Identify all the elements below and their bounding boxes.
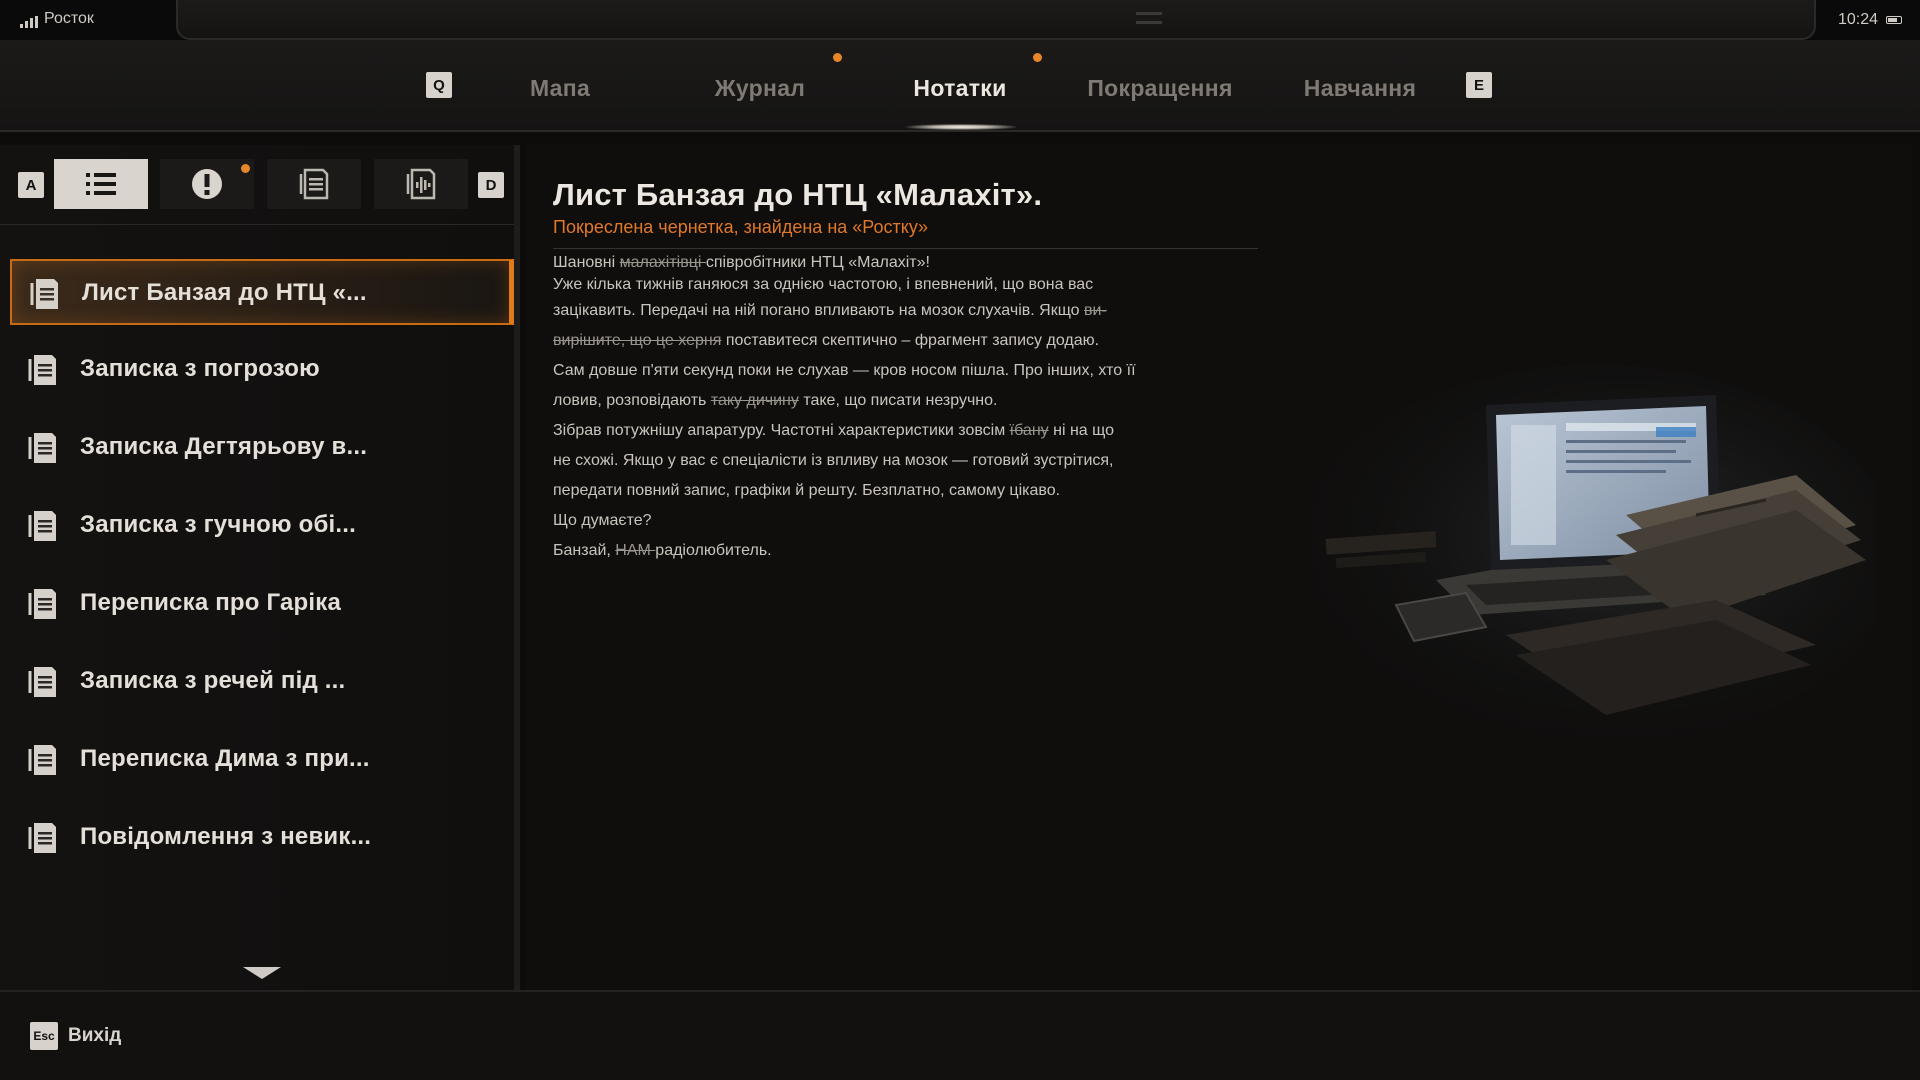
document-icon: [28, 511, 56, 541]
note-item-message[interactable]: Повідомлення з невик...: [10, 805, 514, 871]
status-bar: Росток 10:24: [0, 0, 1920, 40]
scroll-down-arrow-icon[interactable]: [243, 967, 281, 979]
note-line: Що думаєте?: [553, 512, 652, 529]
note-item-threat-note[interactable]: Записка з погрозою: [10, 337, 514, 403]
list-icon: [86, 173, 116, 195]
device-frame: [176, 0, 1816, 40]
notes-list-panel: A D Лист Банзая до НТЦ «... Записка з по…: [0, 145, 520, 990]
tab-journal[interactable]: Журнал: [700, 70, 820, 106]
note-item-degtyarev-note[interactable]: Записка Дегтярьову в...: [10, 415, 514, 481]
note-line: Банзай, НАМ радіолюбитель.: [553, 542, 772, 559]
document-icon: [28, 433, 56, 463]
note-item-label: Записка з погрозою: [80, 355, 320, 382]
note-body: Шановні малахітівці співробітники НТЦ «М…: [553, 252, 1193, 566]
note-item-banzai-letter[interactable]: Лист Банзая до НТЦ «...: [10, 259, 514, 325]
note-line: Сам довше п'яти секунд поки не слухав — …: [553, 362, 1136, 379]
note-item-label: Переписка Дима з при...: [80, 745, 370, 772]
journal-notification-dot: [833, 53, 842, 62]
note-item-label: Лист Банзая до НТЦ «...: [82, 279, 367, 306]
note-item-garik-correspondence[interactable]: Переписка про Гаріка: [10, 571, 514, 637]
laptop-illustration: [1296, 365, 1876, 735]
document-icon: [299, 168, 329, 200]
note-item-label: Записка з речей під ...: [80, 667, 346, 694]
document-icon: [28, 589, 56, 619]
tab-map[interactable]: Мапа: [500, 70, 620, 106]
note-item-label: Записка з гучною обі...: [80, 511, 356, 538]
active-tab-indicator: [906, 124, 1016, 130]
battery-icon: [1886, 16, 1902, 24]
note-item-label: Повідомлення з невик...: [80, 823, 372, 850]
status-left: Росток: [20, 10, 94, 28]
tab-upgrades[interactable]: Покращення: [1080, 70, 1240, 106]
filter-all-button[interactable]: [54, 159, 148, 209]
signal-icon: [20, 16, 38, 28]
note-line: не схожі. Якщо у вас є спеціалісти із вп…: [553, 452, 1114, 469]
bottom-bar: Esc Вихід: [0, 990, 1920, 1080]
note-detail-panel: Лист Банзая до НТЦ «Малахіт». Покреслена…: [526, 145, 1912, 990]
note-line: Шановні малахітівці співробітники НТЦ «М…: [553, 254, 930, 271]
audio-icon: [406, 168, 436, 200]
esc-key-badge[interactable]: Esc: [30, 1022, 58, 1050]
document-icon: [28, 823, 56, 853]
filter-audio-button[interactable]: [374, 159, 468, 209]
filter-documents-button[interactable]: [267, 159, 361, 209]
note-item-dima-correspondence[interactable]: Переписка Дима з при...: [10, 727, 514, 793]
note-line: зацікавить. Передачі на ній погано вплив…: [553, 302, 1107, 319]
status-right: 10:24: [1838, 11, 1902, 29]
key-q-badge[interactable]: Q: [426, 72, 452, 98]
location-label: Росток: [44, 10, 94, 27]
key-e-badge[interactable]: E: [1466, 72, 1492, 98]
note-line: ловив, розповідають таку дичину таке, що…: [553, 392, 998, 409]
notes-notification-dot: [1033, 53, 1042, 62]
document-icon: [28, 355, 56, 385]
filter-important-button[interactable]: [160, 159, 254, 209]
clock: 10:24: [1837, 11, 1878, 28]
top-nav: Q Мапа Журнал Нотатки Покращення Навчанн…: [0, 40, 1920, 132]
note-line: Уже кілька тижнів ганяюся за однією част…: [553, 276, 1094, 293]
frame-notch: [1136, 12, 1162, 24]
title-divider: [553, 248, 1258, 249]
filter-bar: A D: [0, 145, 514, 225]
note-item-label: Переписка про Гаріка: [80, 589, 342, 616]
note-line: Зібрав потужнішу апаратуру. Частотні хар…: [553, 422, 1114, 439]
note-item-loud-note[interactable]: Записка з гучною обі...: [10, 493, 514, 559]
tab-training[interactable]: Навчання: [1300, 70, 1420, 106]
exclamation-icon: [192, 169, 222, 199]
note-subtitle: Покреслена чернетка, знайдена на «Ростку…: [553, 217, 929, 237]
document-icon: [28, 745, 56, 775]
note-line: вирішите, що це херня поставитеся скепти…: [553, 332, 1100, 349]
document-icon: [30, 279, 58, 309]
exit-button[interactable]: Вихід: [68, 1025, 121, 1047]
note-line: передати повний запис, графіки й решту. …: [553, 482, 1061, 499]
document-icon: [28, 667, 56, 697]
tab-notes[interactable]: Нотатки: [900, 70, 1020, 106]
note-item-belongings-note[interactable]: Записка з речей під ...: [10, 649, 514, 715]
note-title: Лист Банзая до НТЦ «Малахіт».: [553, 177, 1043, 212]
note-item-label: Записка Дегтярьову в...: [80, 433, 368, 460]
important-notification-dot: [241, 164, 250, 173]
key-a-badge[interactable]: A: [18, 172, 44, 198]
key-d-badge[interactable]: D: [478, 172, 504, 198]
